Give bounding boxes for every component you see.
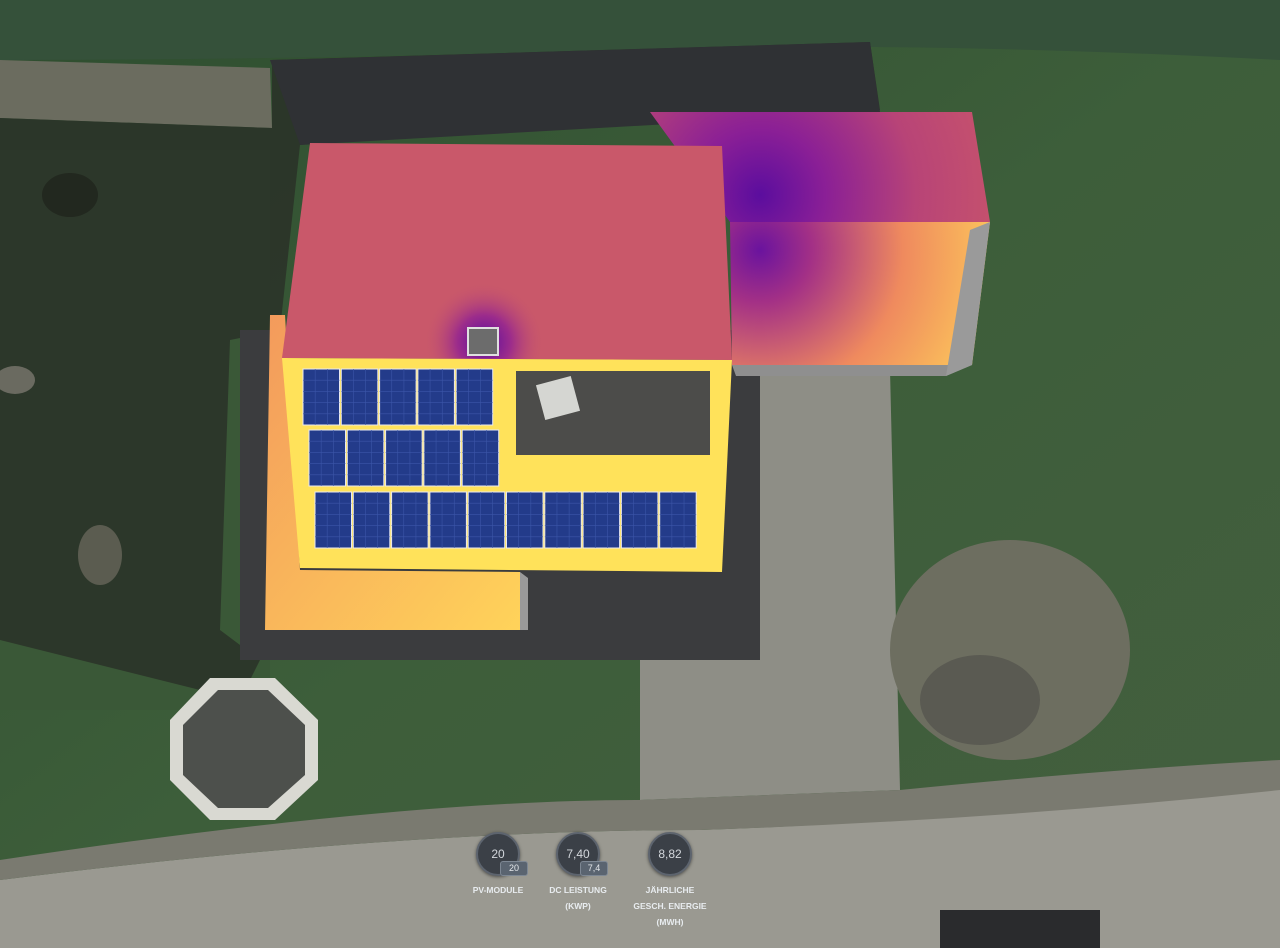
- stats-bar: 20 20 PV-MODULE 7,40 7,4 DC LEISTUNG (kW…: [448, 832, 708, 942]
- dc-power-label: DC LEISTUNG (kWp): [528, 882, 628, 914]
- solar-panel[interactable]: [302, 368, 340, 426]
- solar-panel[interactable]: [314, 491, 352, 549]
- solar-panel[interactable]: [308, 429, 346, 487]
- annual-energy-gauge[interactable]: 8,82: [648, 832, 692, 876]
- map-viewport[interactable]: 20 20 PV-MODULE 7,40 7,4 DC LEISTUNG (kW…: [0, 0, 1280, 948]
- solar-panel[interactable]: [620, 491, 659, 549]
- solar-panel[interactable]: [346, 429, 385, 487]
- solar-panel[interactable]: [455, 368, 494, 426]
- solar-panel[interactable]: [467, 491, 506, 549]
- solar-panel[interactable]: [659, 491, 697, 549]
- solar-panel[interactable]: [391, 491, 429, 549]
- pv-modules-gauge[interactable]: 20 20: [476, 832, 528, 876]
- roof-plane-rear-south: [730, 222, 990, 365]
- chimney: [467, 327, 499, 356]
- solar-panel[interactable]: [506, 491, 544, 549]
- solar-panel[interactable]: [385, 429, 423, 487]
- annual-energy-label: JÄHRLICHE GESCH. ENERGIE (MWh): [620, 882, 720, 930]
- solar-panel[interactable]: [429, 491, 467, 549]
- dc-power-value: 7,40: [566, 847, 590, 861]
- solar-panel[interactable]: [379, 368, 417, 426]
- solar-panel[interactable]: [461, 429, 500, 487]
- solar-panel[interactable]: [417, 368, 455, 426]
- stat-dc-power[interactable]: 7,40 7,4 DC LEISTUNG (kWp): [528, 832, 628, 914]
- pv-modules-value: 20: [491, 847, 505, 861]
- annual-energy-label-line-1: JÄHRLICHE: [645, 885, 695, 895]
- solar-panel[interactable]: [544, 491, 582, 549]
- solar-panel[interactable]: [352, 491, 391, 549]
- dc-power-label-unit: (kWp): [565, 901, 591, 911]
- solar-panel[interactable]: [340, 368, 379, 426]
- dc-power-gauge[interactable]: 7,40 7,4: [556, 832, 608, 876]
- stat-annual-energy[interactable]: 8,82 JÄHRLICHE GESCH. ENERGIE (MWh): [620, 832, 720, 930]
- solar-panel[interactable]: [423, 429, 461, 487]
- annual-energy-label-line-2: GESCH. ENERGIE: [633, 901, 707, 911]
- dc-power-label-line: DC LEISTUNG: [549, 885, 607, 895]
- annual-energy-value: 8,82: [658, 847, 682, 861]
- satellite-view: [0, 0, 1280, 948]
- dc-power-sub-value: 7,4: [580, 861, 608, 876]
- annual-energy-label-unit: (MWh): [656, 917, 684, 927]
- pv-modules-sub-value: 20: [500, 861, 528, 876]
- solar-panel[interactable]: [582, 491, 621, 549]
